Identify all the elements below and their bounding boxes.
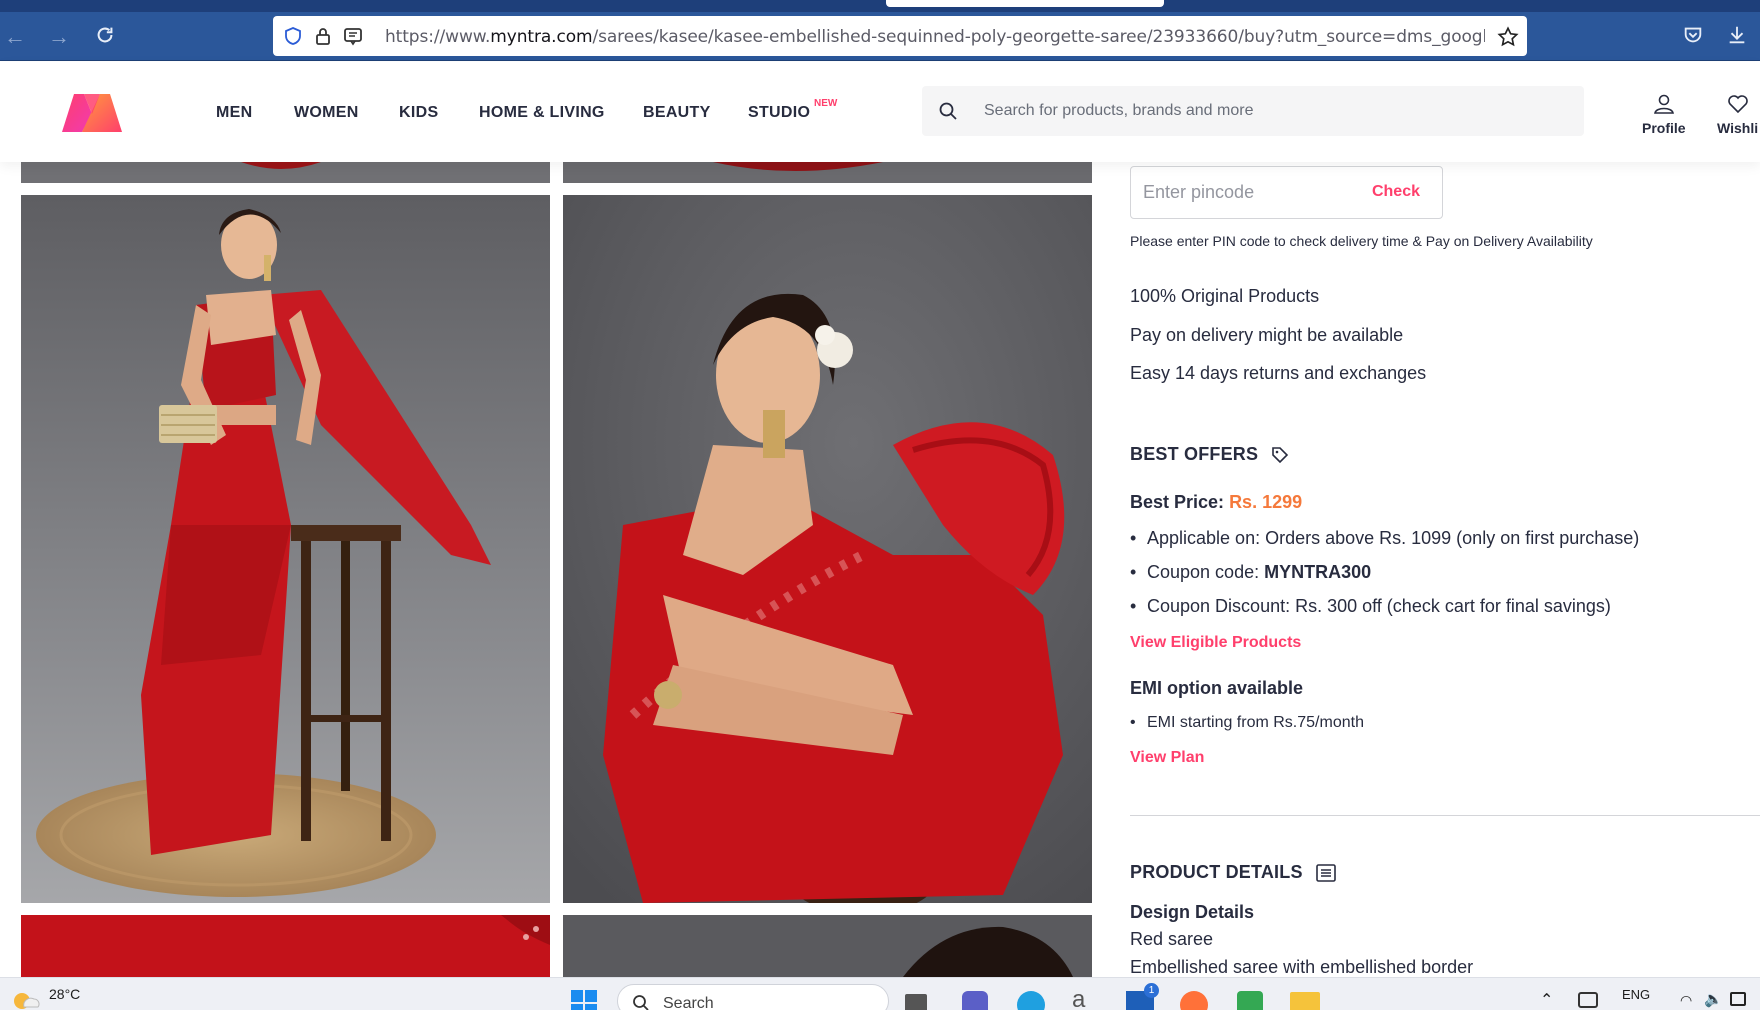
shield-icon[interactable] — [283, 26, 303, 46]
battery-icon[interactable] — [1578, 992, 1598, 1008]
document-icon — [1315, 863, 1336, 882]
url-text[interactable]: https://www.myntra.com/sarees/kasee/kase… — [385, 27, 1485, 47]
view-plan-link[interactable]: View Plan — [1130, 749, 1204, 767]
store-badge: 1 — [1144, 983, 1159, 998]
best-offers-heading: BEST OFFERS — [1130, 444, 1290, 465]
product-gallery — [0, 162, 1110, 977]
product-image-portrait[interactable] — [563, 915, 1092, 977]
product-image-top-right[interactable] — [563, 162, 1092, 183]
nav-beauty[interactable]: BEAUTY — [643, 104, 711, 122]
best-price: Best Price: Rs. 1299 — [1130, 492, 1302, 513]
amazon-icon[interactable]: a — [1072, 986, 1085, 1010]
wishlist-label: Wishli — [1717, 120, 1759, 136]
heart-icon — [1727, 95, 1748, 114]
profile-button[interactable]: Profile — [1642, 92, 1686, 136]
search-icon — [633, 995, 649, 1010]
nav-studio[interactable]: STUDIO — [748, 104, 810, 122]
weather-icon[interactable] — [10, 987, 40, 1010]
design-details-title: Design Details — [1130, 902, 1255, 922]
url-path: /sarees/kasee/kasee-embellished-sequinne… — [592, 27, 1485, 47]
browser-tab-strip — [0, 0, 1760, 12]
forward-arrow-icon[interactable]: → — [46, 24, 72, 50]
pincode-box: Check — [1130, 166, 1443, 219]
best-price-label: Best Price: — [1130, 492, 1225, 512]
product-image-closeup[interactable] — [563, 195, 1092, 903]
product-image-top-left[interactable] — [21, 162, 550, 183]
product-image-full-length[interactable] — [21, 195, 550, 903]
search-icon[interactable] — [938, 101, 958, 121]
coupon-code-value: MYNTRA300 — [1264, 562, 1372, 582]
lock-icon[interactable] — [313, 26, 333, 46]
product-details-heading: PRODUCT DETAILS — [1130, 862, 1337, 883]
nav-men[interactable]: MEN — [216, 104, 252, 122]
site-header: MEN WOMEN KIDS HOME & LIVING BEAUTY STUD… — [0, 62, 1760, 162]
check-pincode-button[interactable]: Check — [1372, 183, 1420, 201]
pincode-input[interactable] — [1143, 167, 1363, 218]
emi-heading: EMI option available — [1130, 678, 1304, 698]
reader-view-icon[interactable] — [343, 26, 363, 46]
active-tab[interactable] — [886, 0, 1164, 7]
offer-coupon-discount: Coupon Discount: Rs. 300 off (check cart… — [1130, 596, 1611, 617]
design-line-2: Embellished saree with embellished borde… — [1130, 957, 1474, 977]
power-icon[interactable] — [1730, 992, 1746, 1006]
reload-icon[interactable] — [92, 24, 118, 50]
taskbar-search[interactable]: Search — [617, 984, 889, 1010]
firefox-icon[interactable] — [1180, 991, 1208, 1010]
assurance-returns: Easy 14 days returns and exchanges — [1130, 363, 1427, 383]
offer-coupon-code: Coupon code: MYNTRA300 — [1130, 562, 1371, 583]
design-line-1: Red saree — [1130, 929, 1214, 949]
task-view-icon[interactable] — [905, 994, 927, 1010]
edge-icon[interactable] — [1017, 991, 1045, 1010]
chevron-up-icon[interactable]: ⌃ — [1540, 990, 1553, 1010]
studio-new-badge: NEW — [814, 98, 838, 109]
volume-icon[interactable]: 🔈 — [1704, 990, 1723, 1008]
wishlist-button[interactable]: Wishli — [1717, 92, 1758, 136]
windows-start-icon[interactable] — [570, 989, 598, 1010]
file-explorer-icon[interactable] — [1290, 992, 1320, 1010]
assurance-original: 100% Original Products — [1130, 286, 1320, 306]
best-offers-title: BEST OFFERS — [1130, 444, 1259, 464]
url-domain: myntra.com — [490, 27, 593, 47]
search-bar — [922, 86, 1584, 136]
nav-women[interactable]: WOMEN — [294, 104, 359, 122]
emi-detail: EMI starting from Rs.75/month — [1130, 714, 1364, 732]
windows-taskbar: 28°C Search a 1 ⌃ ENG ◠ 🔈 — [0, 977, 1760, 1010]
wifi-icon[interactable]: ◠ — [1680, 992, 1692, 1009]
section-divider — [1130, 815, 1760, 816]
tag-icon — [1272, 446, 1289, 463]
address-bar[interactable]: https://www.myntra.com/sarees/kasee/kase… — [273, 16, 1527, 56]
star-icon[interactable] — [1497, 26, 1519, 47]
nav-kids[interactable]: KIDS — [399, 104, 438, 122]
browser-toolbar: ← → https://www.myntra.com/sarees/kasee/… — [0, 12, 1760, 61]
nav-home-living[interactable]: HOME & LIVING — [479, 104, 605, 122]
url-prefix: https://www. — [385, 27, 491, 47]
product-info-panel: Check Please enter PIN code to check del… — [1130, 162, 1760, 977]
temperature[interactable]: 28°C — [49, 986, 80, 1002]
view-eligible-products-link[interactable]: View Eligible Products — [1130, 634, 1301, 652]
product-image-fabric[interactable] — [21, 915, 550, 977]
myntra-logo[interactable] — [60, 90, 124, 134]
download-icon[interactable] — [1726, 24, 1752, 50]
profile-icon — [1653, 94, 1674, 114]
teams-icon[interactable] — [962, 991, 988, 1010]
meet-icon[interactable] — [1237, 991, 1263, 1010]
product-details-title: PRODUCT DETAILS — [1130, 862, 1303, 882]
offer-applicable: Applicable on: Orders above Rs. 1099 (on… — [1130, 528, 1639, 549]
taskbar-search-label: Search — [663, 995, 714, 1010]
best-price-value: Rs. 1299 — [1229, 492, 1303, 512]
coupon-code-label: Coupon code: — [1147, 562, 1265, 582]
search-input[interactable] — [984, 86, 1564, 136]
profile-label: Profile — [1642, 120, 1686, 136]
language-indicator[interactable]: ENG — [1622, 987, 1650, 1002]
pocket-icon[interactable] — [1682, 24, 1708, 50]
pincode-note: Please enter PIN code to check delivery … — [1130, 233, 1593, 249]
back-arrow-icon[interactable]: ← — [2, 24, 28, 50]
assurance-pay-on-delivery: Pay on delivery might be available — [1130, 325, 1404, 345]
